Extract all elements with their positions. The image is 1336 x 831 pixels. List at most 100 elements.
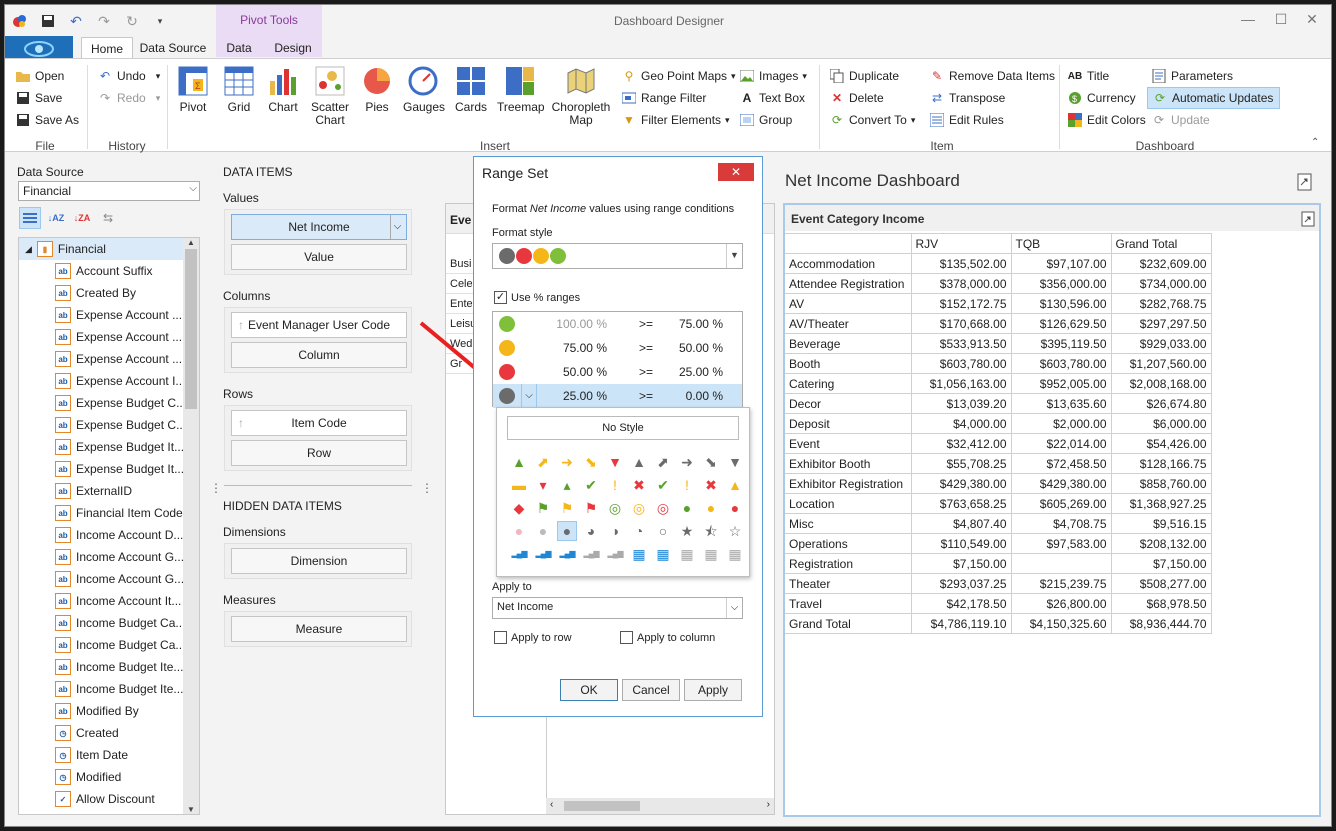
close-icon[interactable]: ✕ <box>1297 11 1327 31</box>
group-button[interactable]: Group <box>739 109 807 131</box>
green-circle-icon[interactable]: ● <box>677 498 697 518</box>
signal-3-icon[interactable]: ▂▄▆ <box>533 544 553 564</box>
boxes-4-icon[interactable]: ▦ <box>629 544 649 564</box>
gray-arrow-up-icon[interactable]: ▲ <box>629 452 649 472</box>
light-gray-circle-icon[interactable]: ● <box>533 521 553 541</box>
edit-rules-button[interactable]: Edit Rules <box>929 109 1055 131</box>
pivot-export-icon[interactable] <box>1301 211 1315 230</box>
row-header[interactable]: Beverage <box>785 333 912 354</box>
row-header[interactable]: Deposit <box>785 413 912 434</box>
star-half-icon[interactable]: ⯪ <box>701 521 721 541</box>
splitter-grip-icon[interactable]: ⋮ <box>210 481 222 495</box>
row-header[interactable]: Decor <box>785 393 912 414</box>
field-item[interactable]: ab Expense Account ... <box>19 326 199 348</box>
sort-ascending-icon[interactable]: ↓AZ <box>45 207 67 229</box>
field-item[interactable]: ab Income Account It... <box>19 590 199 612</box>
range-from[interactable]: 25.00 % <box>537 389 607 403</box>
group-by-type-icon[interactable] <box>19 207 41 229</box>
row-header[interactable]: Catering <box>785 373 912 394</box>
ok-button[interactable]: OK <box>560 679 618 701</box>
field-item[interactable]: ab Expense Account ... <box>19 348 199 370</box>
column-placeholder[interactable]: Column <box>231 342 407 368</box>
gauges-button[interactable]: Gauges <box>403 65 445 114</box>
use-pct-ranges-checkbox[interactable]: ✓ Use % ranges <box>494 291 580 304</box>
arrow-right-icon[interactable]: ➜ <box>557 452 577 472</box>
range-circle-icon[interactable] <box>499 364 515 380</box>
field-item[interactable]: ab Income Budget Ca... <box>19 612 199 634</box>
star-empty-icon[interactable]: ☆ <box>725 521 745 541</box>
redo-button[interactable]: ↷ Redo ▾ <box>97 87 160 109</box>
dark-gray-circle-icon[interactable]: ● <box>557 521 577 541</box>
scroll-right-icon[interactable]: › <box>767 799 770 810</box>
gray-arrow-down-right-icon[interactable]: ⬊ <box>701 452 721 472</box>
row-header[interactable]: Event <box>785 433 912 454</box>
dialog-close-button[interactable]: ✕ <box>718 163 754 181</box>
range-operator[interactable]: >= <box>607 389 653 403</box>
gray-arrow-up-right-icon[interactable]: ⬈ <box>653 452 673 472</box>
save-button[interactable]: Save <box>15 87 79 109</box>
range-row[interactable]: 75.00 % >= 50.00 % <box>493 336 742 360</box>
field-item[interactable]: ab Expense Budget It... <box>19 436 199 458</box>
geo-point-maps-button[interactable]: ⚲ Geo Point Maps ▾ <box>621 65 736 87</box>
field-item[interactable]: ◷ Created <box>19 722 199 744</box>
field-item[interactable]: ab Expense Account ... <box>19 304 199 326</box>
cross-icon[interactable]: ✖ <box>629 475 649 495</box>
row-header[interactable]: Exhibitor Registration <box>785 473 912 494</box>
range-row[interactable]: ⌵ 25.00 % >= 0.00 % <box>493 384 742 408</box>
exclamation-icon[interactable]: ! <box>605 475 625 495</box>
edit-colors-button[interactable]: Edit Colors <box>1067 109 1146 131</box>
row-header[interactable]: Accommodation <box>785 253 912 274</box>
text-box-button[interactable]: A Text Box <box>739 87 807 109</box>
cards-button[interactable]: Cards <box>453 65 489 114</box>
signal-1-icon[interactable]: ▂▄▆ <box>581 544 601 564</box>
export-icon[interactable] <box>1297 173 1313 194</box>
currency-button[interactable]: $ Currency <box>1067 87 1146 109</box>
range-from[interactable]: 100.00 % <box>537 317 607 331</box>
star-full-icon[interactable]: ★ <box>677 521 697 541</box>
images-button[interactable]: Images ▾ <box>739 65 807 87</box>
range-row[interactable]: 100.00 % >= 75.00 % <box>493 312 742 336</box>
check-icon[interactable]: ✔ <box>581 475 601 495</box>
range-from[interactable]: 50.00 % <box>537 365 607 379</box>
arrow-up-icon[interactable]: ▲ <box>509 452 529 472</box>
row-placeholder[interactable]: Row <box>231 440 407 466</box>
collapse-ribbon-icon[interactable]: ⌃ <box>1311 137 1319 148</box>
signal-2-icon[interactable]: ▂▄▆ <box>557 544 577 564</box>
arrow-down-icon[interactable]: ▼ <box>605 452 625 472</box>
format-style-select[interactable]: ▼ <box>492 243 743 269</box>
field-item[interactable]: ab Financial Item Code <box>19 502 199 524</box>
range-to[interactable]: 50.00 % <box>653 341 723 355</box>
green-flag-icon[interactable]: ⚑ <box>533 498 553 518</box>
red-flag-icon[interactable]: ⚑ <box>581 498 601 518</box>
field-list-scrollbar[interactable]: ▲ ▼ <box>183 238 199 814</box>
scatter-chart-button[interactable]: Scatter Chart <box>307 65 353 127</box>
yellow-square-circle-icon[interactable]: ◎ <box>629 498 649 518</box>
choropleth-map-button[interactable]: Choropleth Map <box>551 65 611 127</box>
field-item[interactable]: ab Expense Account I... <box>19 370 199 392</box>
tab-data-source[interactable]: Data Source <box>137 37 209 59</box>
pink-circle-icon[interactable]: ● <box>509 521 529 541</box>
duplicate-button[interactable]: Duplicate <box>829 65 915 87</box>
field-item[interactable]: ◷ Modified <box>19 766 199 788</box>
chevron-down-icon[interactable]: ⌵ <box>521 384 537 408</box>
net-income-item[interactable]: Net Income ⌵ <box>231 214 407 240</box>
dimension-placeholder[interactable]: Dimension <box>231 548 407 574</box>
apply-to-column-checkbox[interactable]: Apply to column <box>620 631 715 644</box>
item-code-item[interactable]: ↑ Item Code <box>231 410 407 436</box>
cross-circle-icon[interactable]: ✖ <box>701 475 721 495</box>
apply-to-select[interactable]: Net Income ⌵ <box>492 597 743 619</box>
field-item[interactable]: ab Created By <box>19 282 199 304</box>
convert-to-button[interactable]: ⟳ Convert To ▾ <box>829 109 915 131</box>
gray-arrow-right-icon[interactable]: ➜ <box>677 452 697 472</box>
column-header[interactable]: RJV <box>910 233 1012 254</box>
range-from[interactable]: 75.00 % <box>537 341 607 355</box>
boxes-1-icon[interactable]: ▦ <box>701 544 721 564</box>
field-item[interactable]: ab Modified By <box>19 700 199 722</box>
range-row[interactable]: 50.00 % >= 25.00 % <box>493 360 742 384</box>
row-header[interactable]: AV <box>785 293 912 314</box>
column-header[interactable]: TQB <box>1010 233 1112 254</box>
filter-elements-button[interactable]: ▼ Filter Elements ▾ <box>621 109 736 131</box>
scroll-thumb[interactable] <box>564 801 640 811</box>
field-item[interactable]: ab Expense Budget C... <box>19 414 199 436</box>
save-as-button[interactable]: Save As <box>15 109 79 131</box>
